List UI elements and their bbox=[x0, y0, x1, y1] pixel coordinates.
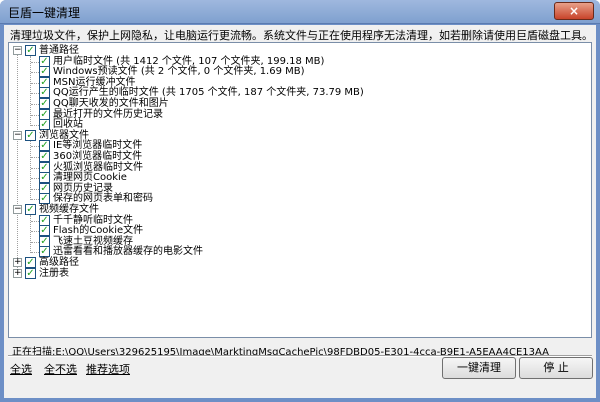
item-checkbox[interactable]: ✓ bbox=[39, 55, 50, 67]
collapse-icon[interactable]: − bbox=[13, 205, 22, 214]
item-checkbox[interactable]: ✓ bbox=[39, 182, 50, 194]
item-checkbox[interactable]: ✓ bbox=[39, 87, 50, 99]
item-checkbox[interactable]: ✓ bbox=[39, 235, 50, 247]
group-label: 注册表 bbox=[39, 267, 69, 279]
collapse-icon[interactable]: − bbox=[13, 130, 22, 140]
group-checkbox[interactable]: ✓ bbox=[25, 45, 36, 56]
stop-button[interactable]: 停 止 bbox=[519, 357, 593, 379]
item-checkbox[interactable]: ✓ bbox=[39, 161, 50, 173]
window-title: 巨盾一键清理 bbox=[8, 6, 81, 20]
expand-icon[interactable]: + bbox=[13, 258, 22, 267]
cleanup-tree[interactable]: − ✓ 普通路径 ✓ 用户临时文件 (共 1412 个文件, 107 个文件夹, 199… bbox=[8, 42, 592, 338]
group-checkbox[interactable]: ✓ bbox=[25, 129, 36, 141]
tree-connector bbox=[31, 231, 39, 233]
tree-group[interactable]: + ✓ 注册表 bbox=[9, 267, 569, 280]
item-checkbox[interactable]: ✓ bbox=[39, 225, 50, 237]
tree-connector bbox=[31, 146, 39, 148]
title-bar[interactable]: 巨盾一键清理 × bbox=[0, 0, 600, 24]
tree-connector bbox=[31, 72, 39, 74]
group-checkbox[interactable]: ✓ bbox=[25, 204, 36, 215]
item-checkbox[interactable]: ✓ bbox=[39, 108, 50, 120]
item-checkbox[interactable]: ✓ bbox=[39, 151, 50, 162]
tree-connector bbox=[31, 220, 39, 222]
client-area: 清理垃圾文件，保护上网隐私，让电脑运行更流畅。系统文件与正在使用程序无法清理，如… bbox=[4, 25, 596, 398]
tree-connector bbox=[31, 125, 39, 127]
close-icon: × bbox=[568, 4, 580, 18]
item-checkbox[interactable]: ✓ bbox=[39, 172, 50, 184]
description-text: 清理垃圾文件，保护上网隐私，让电脑运行更流畅。系统文件与正在使用程序无法清理，如… bbox=[10, 29, 593, 42]
tree-connector bbox=[31, 82, 39, 84]
expand-icon[interactable]: + bbox=[13, 268, 22, 278]
collapse-icon[interactable]: − bbox=[13, 46, 22, 55]
select-none-link[interactable]: 全不选 bbox=[44, 361, 77, 377]
recommended-options-link[interactable]: 推荐选项 bbox=[86, 361, 130, 377]
tree-connector bbox=[31, 104, 39, 105]
tree-connector bbox=[31, 114, 39, 116]
item-checkbox[interactable]: ✓ bbox=[39, 246, 50, 258]
tree-connector bbox=[31, 178, 39, 180]
close-button[interactable]: × bbox=[554, 2, 594, 20]
item-checkbox[interactable]: ✓ bbox=[39, 214, 50, 226]
item-checkbox[interactable]: ✓ bbox=[39, 66, 50, 78]
item-checkbox[interactable]: ✓ bbox=[39, 119, 50, 131]
item-checkbox[interactable]: ✓ bbox=[39, 98, 50, 109]
tree-connector bbox=[31, 199, 39, 201]
item-checkbox[interactable]: ✓ bbox=[39, 140, 50, 152]
tree-connector bbox=[31, 61, 39, 63]
group-checkbox[interactable]: ✓ bbox=[25, 257, 36, 268]
tree-connector bbox=[31, 188, 39, 190]
item-checkbox[interactable]: ✓ bbox=[39, 193, 50, 205]
tree-connector bbox=[31, 252, 39, 254]
select-all-link[interactable]: 全选 bbox=[10, 361, 32, 377]
tree-connector bbox=[31, 167, 39, 169]
item-checkbox[interactable]: ✓ bbox=[39, 76, 50, 88]
one-click-clean-button[interactable]: 一键清理 bbox=[442, 357, 516, 379]
app-window: 巨盾一键清理 × 清理垃圾文件，保护上网隐私，让电脑运行更流畅。系统文件与正在使… bbox=[0, 0, 600, 402]
tree-connector bbox=[31, 157, 39, 158]
group-checkbox[interactable]: ✓ bbox=[25, 267, 36, 279]
tree-connector bbox=[31, 93, 39, 95]
tree-connector bbox=[31, 241, 39, 243]
